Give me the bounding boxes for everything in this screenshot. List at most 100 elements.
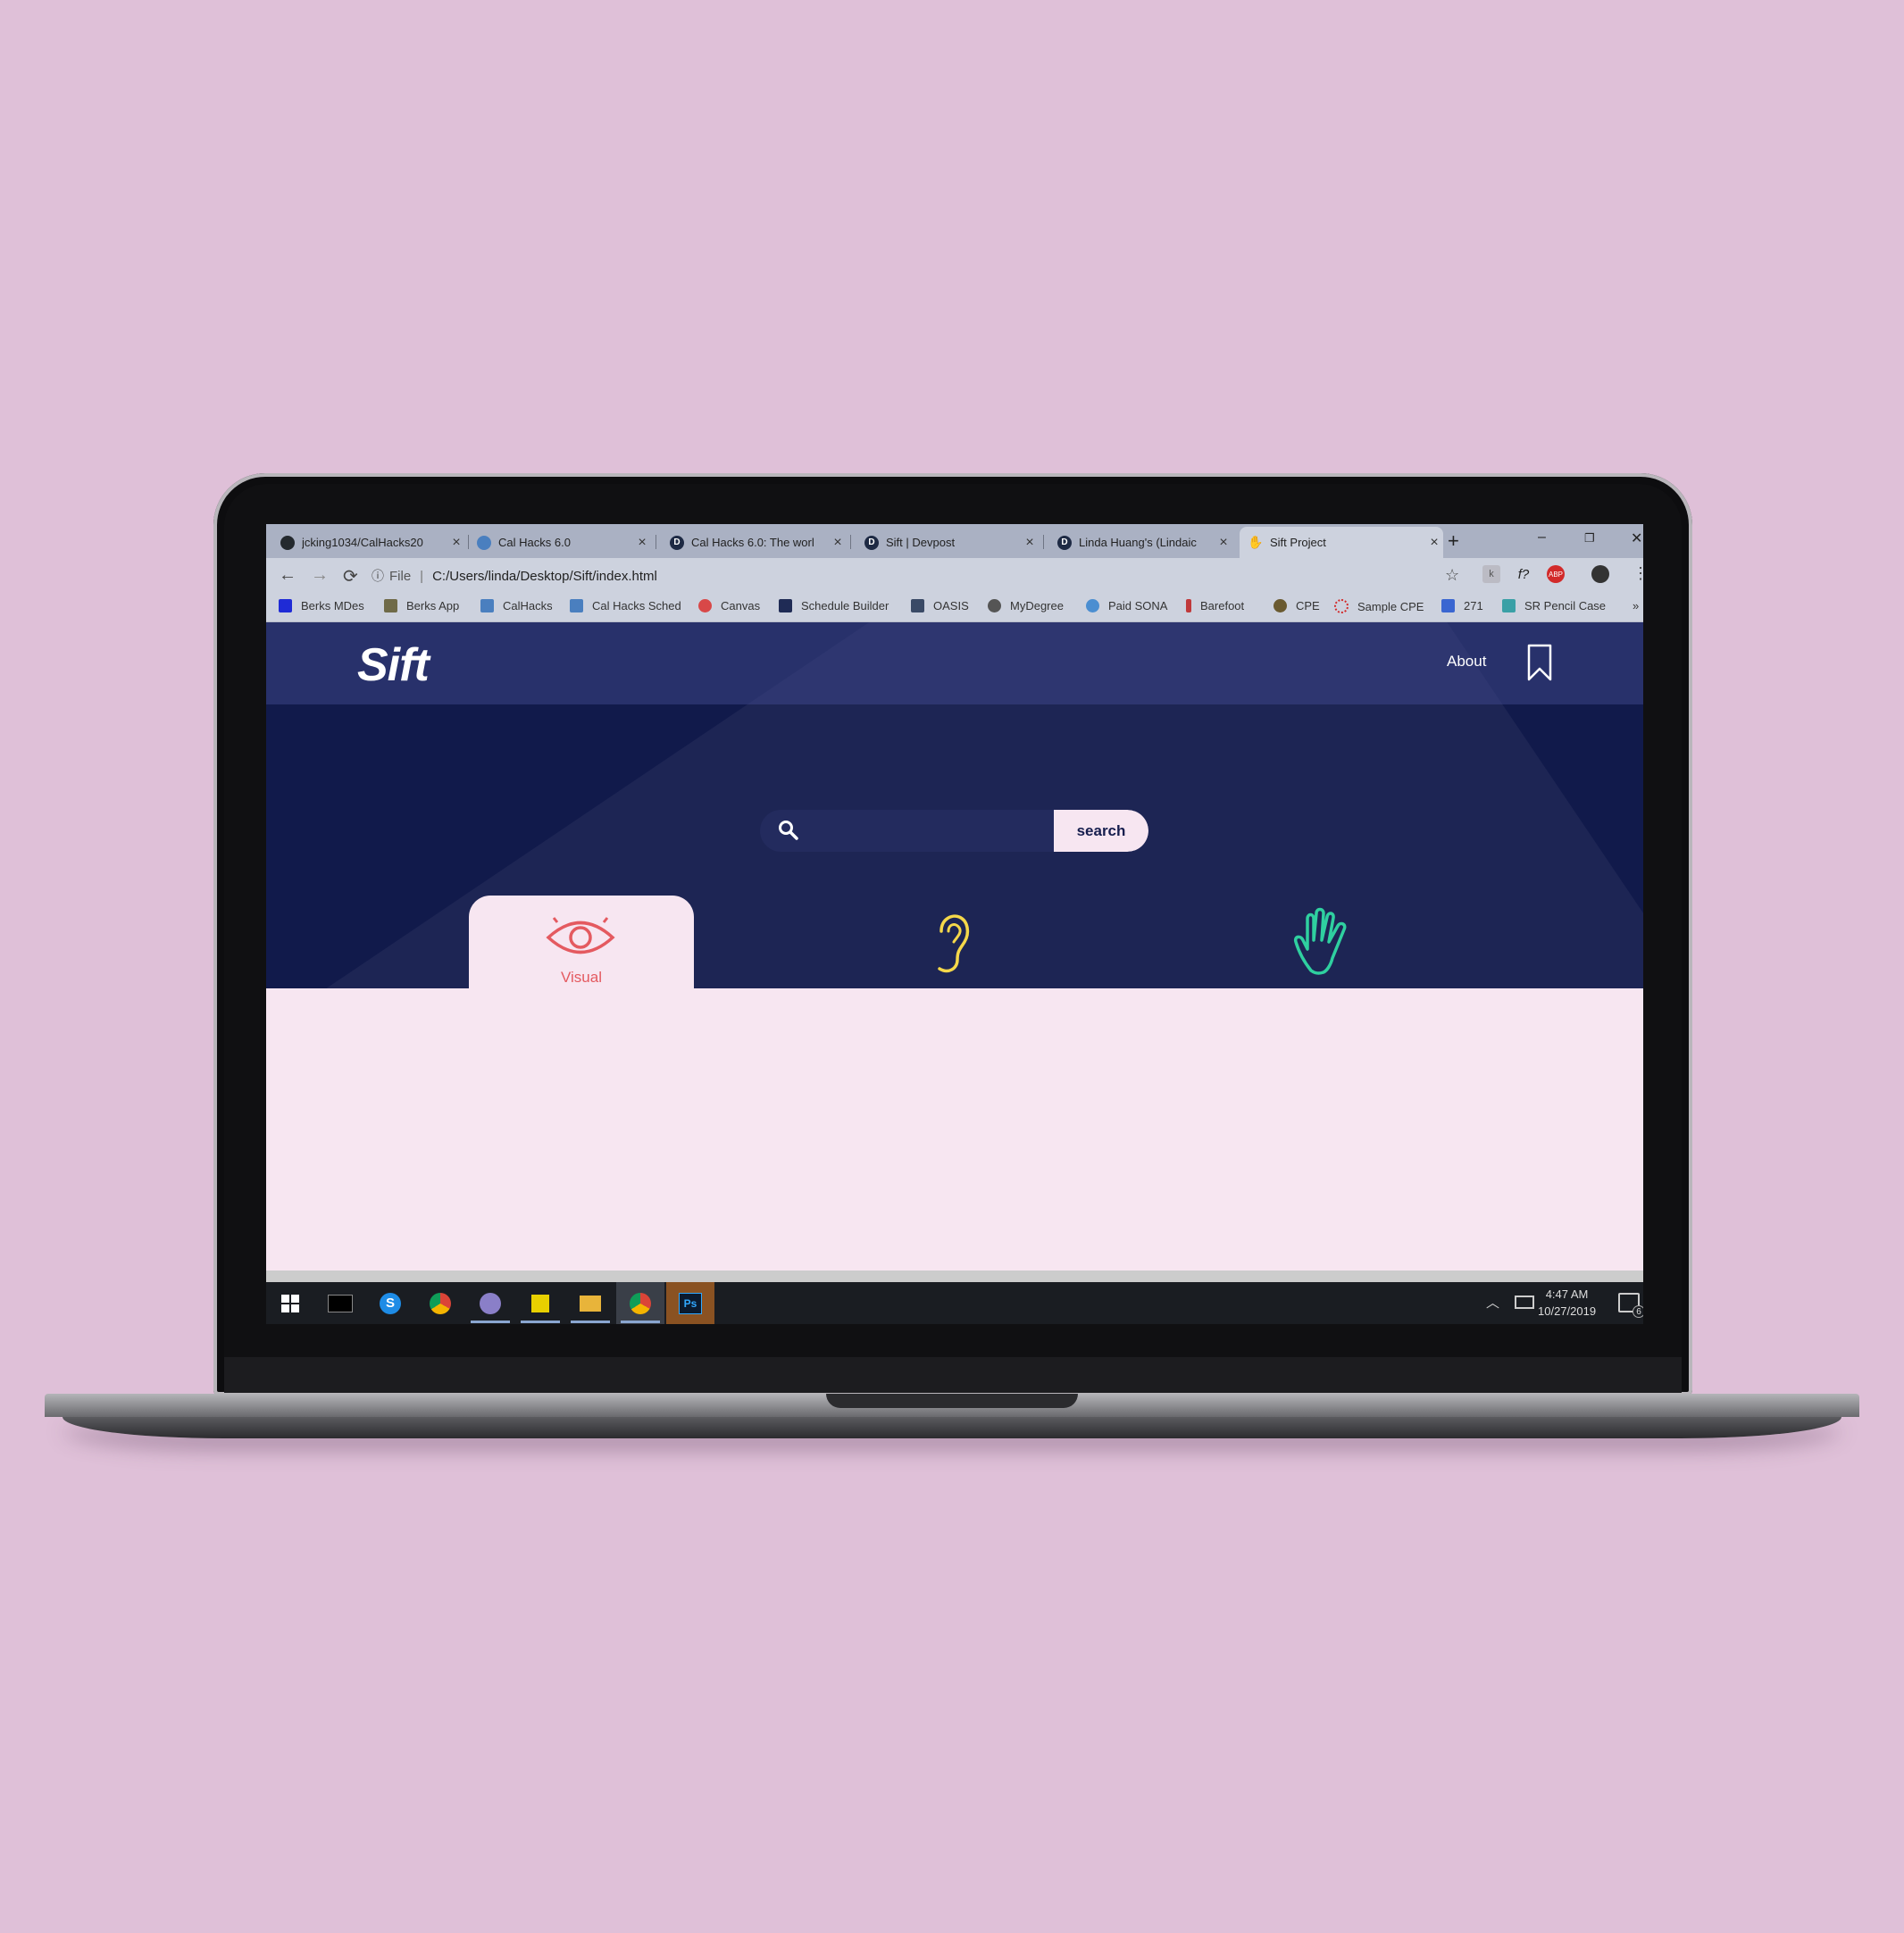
logo-square — [291, 1294, 299, 1303]
devpost-icon: D — [670, 535, 684, 550]
bookmark-item[interactable]: 271 — [1441, 599, 1483, 612]
windows-taskbar: S Ps ︿ 4:47 AM 10/27/2019 6 — [266, 1282, 1643, 1324]
bookmark-item[interactable]: Barefoot — [1186, 599, 1244, 612]
bookmark-label: Cal Hacks Sched — [592, 599, 681, 612]
tab-separator — [850, 535, 851, 549]
battery-icon[interactable] — [1515, 1296, 1534, 1309]
search-input[interactable] — [810, 810, 1046, 852]
minimize-button[interactable]: – — [1538, 529, 1546, 546]
back-arrow-icon[interactable]: ← — [279, 565, 296, 586]
site-logo[interactable]: Sift — [357, 638, 430, 692]
bookmark-item[interactable]: OASIS — [911, 599, 969, 612]
browser-tab[interactable]: D Linda Huang's (Lindaic × — [1057, 527, 1232, 558]
bookmark-label: Canvas — [721, 599, 761, 612]
bookmark-item[interactable]: Berks MDes — [279, 599, 364, 612]
notification-count-badge: 6 — [1633, 1305, 1643, 1318]
bookmark-item[interactable]: Berks App — [384, 599, 459, 612]
tab-title: Linda Huang's (Lindaic — [1079, 536, 1197, 549]
close-tab-icon[interactable]: × — [1215, 535, 1232, 551]
ear-icon[interactable] — [932, 912, 972, 976]
bookmark-item[interactable]: Schedule Builder — [779, 599, 889, 612]
bookmark-label: Barefoot — [1200, 599, 1245, 612]
menu-dots-icon[interactable]: ⋮ — [1633, 564, 1643, 583]
chrome-icon[interactable] — [616, 1282, 664, 1324]
reload-icon[interactable]: ⟳ — [343, 565, 358, 587]
laptop-base-shadow — [63, 1417, 1841, 1438]
close-tab-icon[interactable]: × — [829, 535, 847, 551]
scheme-label: File — [389, 568, 412, 584]
file-explorer-icon[interactable] — [566, 1282, 614, 1324]
system-clock[interactable]: 4:47 AM 10/27/2019 — [1538, 1286, 1596, 1320]
address-divider: | — [420, 568, 424, 584]
running-indicator — [621, 1321, 660, 1323]
bookmark-label: Berks MDes — [301, 599, 364, 612]
bookmark-icon — [1334, 599, 1349, 613]
bookmark-icon — [1274, 599, 1287, 612]
restore-button[interactable]: ❐ — [1584, 531, 1595, 546]
chevron-up-icon[interactable]: ︿ — [1486, 1293, 1499, 1312]
bookmarks-overflow-button[interactable]: » — [1633, 599, 1639, 612]
close-window-button[interactable]: ✕ — [1631, 529, 1642, 547]
bookmark-item[interactable]: SR Pencil Case — [1502, 599, 1606, 612]
tab-title: Sift | Devpost — [886, 536, 956, 549]
search-bar: search — [760, 810, 1148, 852]
bookmark-item[interactable]: MyDegree — [988, 599, 1064, 612]
about-link[interactable]: About — [1447, 653, 1486, 671]
browser-tab-active[interactable]: ✋ Sift Project × — [1240, 527, 1443, 558]
browser-tab-strip: jcking1034/CalHacks20 × Cal Hacks 6.0 × … — [266, 524, 1643, 558]
tab-separator — [1043, 535, 1044, 549]
close-tab-icon[interactable]: × — [1425, 535, 1443, 551]
browser-toolbar: ← → ⟳ ⓘ File | C:/Users/linda/Desktop/Si… — [266, 558, 1643, 594]
extension-icon[interactable]: k — [1482, 565, 1500, 583]
sticky-notes-icon[interactable] — [516, 1282, 564, 1324]
hand-icon[interactable] — [1293, 906, 1357, 978]
bookmark-item[interactable]: CalHacks — [480, 599, 553, 612]
close-tab-icon[interactable]: × — [447, 535, 465, 551]
windows-start-icon[interactable] — [266, 1282, 314, 1324]
close-tab-icon[interactable]: × — [633, 535, 651, 551]
bookmark-icon — [698, 599, 712, 612]
bookmark-label: Berks App — [406, 599, 460, 612]
running-indicator — [571, 1321, 610, 1323]
laptop-screen: jcking1034/CalHacks20 × Cal Hacks 6.0 × … — [266, 524, 1643, 1324]
browser-tab[interactable]: D Cal Hacks 6.0: The worl × — [670, 527, 847, 558]
bookmark-icon — [1186, 599, 1191, 612]
bookmark-label: Sample CPE — [1357, 599, 1424, 613]
file-explorer-logo — [580, 1295, 601, 1312]
bookmark-item[interactable]: Cal Hacks Sched — [570, 599, 681, 612]
info-icon: ⓘ — [372, 569, 384, 583]
bookmark-icon — [570, 599, 583, 612]
bookmark-item[interactable]: Canvas — [698, 599, 760, 612]
bookmark-item[interactable]: Paid SONA — [1086, 599, 1167, 612]
close-tab-icon[interactable]: × — [1021, 535, 1039, 551]
chrome-icon[interactable] — [416, 1282, 464, 1324]
bookmark-item[interactable]: Sample CPE — [1334, 599, 1424, 613]
calhacks-icon — [477, 535, 491, 550]
adblock-icon[interactable]: ABP — [1547, 565, 1565, 583]
profile-avatar[interactable] — [1591, 565, 1609, 583]
tab-title: Cal Hacks 6.0 — [498, 536, 571, 549]
terminal-window-shape — [328, 1294, 353, 1312]
github-icon — [280, 535, 295, 550]
tab-separator — [468, 535, 469, 549]
browser-tab[interactable]: Cal Hacks 6.0 × — [477, 527, 651, 558]
tab-title: Sift Project — [1270, 536, 1326, 549]
bookmark-star-icon[interactable]: ☆ — [1445, 566, 1459, 585]
bookmark-icon[interactable] — [1527, 644, 1552, 681]
paint-logo — [480, 1292, 501, 1314]
address-bar[interactable]: ⓘ File | C:/Users/linda/Desktop/Sift/ind… — [372, 562, 1470, 589]
notification-center-icon[interactable]: 6 — [1618, 1293, 1643, 1318]
browser-tab[interactable]: jcking1034/CalHacks20 × — [280, 527, 465, 558]
skype-icon[interactable]: S — [366, 1282, 414, 1324]
photoshop-icon[interactable]: Ps — [666, 1282, 714, 1324]
terminal-icon[interactable] — [316, 1282, 364, 1324]
browser-tab[interactable]: D Sift | Devpost × — [864, 527, 1039, 558]
sticky-notes-logo — [531, 1294, 549, 1312]
forward-arrow-icon[interactable]: → — [311, 565, 329, 586]
search-button[interactable]: search — [1054, 810, 1148, 852]
new-tab-button[interactable]: + — [1448, 529, 1459, 553]
category-label-visual: Visual — [561, 969, 602, 986]
bookmark-item[interactable]: CPE — [1274, 599, 1320, 612]
paint-icon[interactable] — [466, 1282, 514, 1324]
formula-extension-icon[interactable]: f? — [1515, 565, 1532, 583]
